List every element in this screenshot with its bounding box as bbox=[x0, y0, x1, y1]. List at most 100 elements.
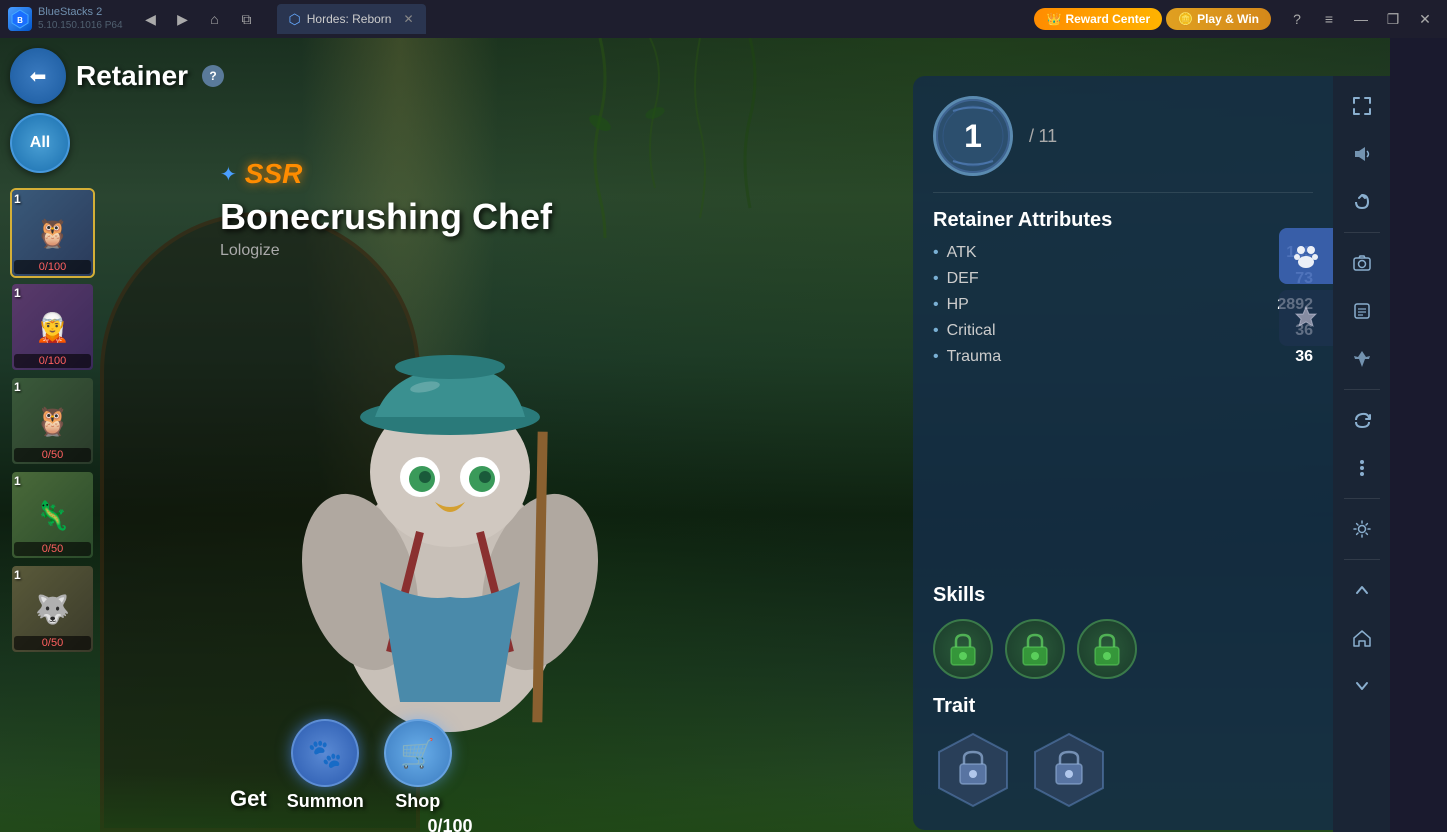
star-icon bbox=[1292, 304, 1320, 332]
get-button[interactable]: Get bbox=[230, 786, 267, 812]
back-button[interactable]: ⬅ bbox=[10, 48, 66, 104]
sidebar-divider-3 bbox=[1344, 498, 1380, 499]
trait-section: Trait bbox=[933, 695, 1313, 810]
game-area: ⬅ Retainer ? All 🦉 1 0/100 🧝 1 0/100 🦉 1… bbox=[0, 38, 1390, 832]
skills-title: Skills bbox=[933, 584, 1313, 607]
attr-row-trauma: • Trauma 36 bbox=[933, 348, 1313, 366]
level-ornament-svg bbox=[933, 96, 1013, 176]
skills-section: Skills bbox=[933, 584, 1313, 679]
svg-text:B: B bbox=[17, 16, 23, 25]
skill-lock-icon-3 bbox=[1087, 629, 1127, 669]
home-nav-button[interactable]: ⌂ bbox=[201, 5, 229, 33]
more-icon-button[interactable] bbox=[1340, 446, 1384, 490]
game-tab[interactable]: ⬡ Hordes: Reborn ✕ bbox=[277, 4, 426, 34]
trait-title: Trait bbox=[933, 695, 1313, 718]
char-progress-5: 0/50 bbox=[14, 636, 91, 650]
nav-buttons: ◀ ▶ ⌂ ⧉ bbox=[131, 5, 267, 33]
menu-button[interactable]: ≡ bbox=[1315, 5, 1343, 33]
scroll-down-icon-button[interactable] bbox=[1340, 664, 1384, 708]
settings-icon bbox=[1351, 518, 1373, 540]
play-win-button[interactable]: 🪙 Play & Win bbox=[1166, 8, 1271, 30]
char-level-2: 1 bbox=[14, 286, 21, 300]
char-list-item-4[interactable]: 🦎 1 0/50 bbox=[10, 470, 95, 560]
attributes-section: Retainer Attributes • ATK 145 • DEF 73 •… bbox=[933, 209, 1313, 568]
atk-label: ATK bbox=[947, 244, 1287, 262]
level-max: 11 bbox=[1038, 126, 1057, 146]
back-nav-button[interactable]: ◀ bbox=[137, 5, 165, 33]
reward-center-label: Reward Center bbox=[1065, 12, 1150, 26]
critical-label: Critical bbox=[947, 322, 1296, 340]
trait-slot-1[interactable] bbox=[933, 730, 1013, 810]
screenshot-icon-button[interactable] bbox=[1340, 241, 1384, 285]
close-button[interactable]: ✕ bbox=[1411, 5, 1439, 33]
stats-panel: 1 / 11 Retainer Attributes • ATK 145 • D… bbox=[913, 76, 1333, 830]
files-icon-button[interactable] bbox=[1340, 289, 1384, 333]
sidebar-divider-4 bbox=[1344, 559, 1380, 560]
hp-label: HP bbox=[947, 296, 1278, 314]
skill-slot-1[interactable] bbox=[933, 619, 993, 679]
sound-icon-button[interactable] bbox=[1340, 132, 1384, 176]
critical-bullet: • bbox=[933, 322, 939, 340]
home-sidebar-icon bbox=[1351, 627, 1373, 649]
skill-slot-2[interactable] bbox=[1005, 619, 1065, 679]
skill-lock-icon-2 bbox=[1015, 629, 1055, 669]
attr-row-hp: • HP 2892 bbox=[933, 296, 1313, 314]
summon-icon: 🐾 bbox=[291, 719, 359, 787]
char-level-1: 1 bbox=[14, 192, 21, 206]
skills-row bbox=[933, 619, 1313, 679]
attr-row-atk: • ATK 145 bbox=[933, 244, 1313, 262]
back-icon: ⬅ bbox=[30, 64, 47, 89]
help-button[interactable]: ? bbox=[1283, 5, 1311, 33]
attributes-title: Retainer Attributes bbox=[933, 209, 1313, 232]
summon-button[interactable]: 🐾 Summon bbox=[287, 719, 364, 812]
skill-slot-3[interactable] bbox=[1077, 619, 1137, 679]
def-bullet: • bbox=[933, 270, 939, 288]
tab-star-button[interactable] bbox=[1279, 290, 1333, 346]
settings-icon-button[interactable] bbox=[1340, 507, 1384, 551]
play-win-label: Play & Win bbox=[1197, 12, 1259, 26]
char-progress-4: 0/50 bbox=[14, 542, 91, 556]
char-list-item-5[interactable]: 🐺 1 0/50 bbox=[10, 564, 95, 654]
all-filter-button[interactable]: All bbox=[10, 113, 70, 173]
fullscreen-icon-button[interactable] bbox=[1340, 84, 1384, 128]
more-icon bbox=[1351, 457, 1373, 479]
sidebar-divider-1 bbox=[1344, 232, 1380, 233]
char-list-item-3[interactable]: 🦉 1 0/50 bbox=[10, 376, 95, 466]
atk-bullet: • bbox=[933, 244, 939, 262]
home-sidebar-icon-button[interactable] bbox=[1340, 616, 1384, 660]
restore-button[interactable]: ❐ bbox=[1379, 5, 1407, 33]
bluestacks-logo: B bbox=[8, 7, 32, 31]
hp-bullet: • bbox=[933, 296, 939, 314]
svg-text:0/100: 0/100 bbox=[427, 816, 472, 832]
reward-center-button[interactable]: 👑 Reward Center bbox=[1034, 8, 1162, 30]
char-progress-1: 0/100 bbox=[14, 260, 91, 274]
trait-slot-2[interactable] bbox=[1029, 730, 1109, 810]
level-separator: / 11 bbox=[1029, 126, 1057, 147]
char-level-5: 1 bbox=[14, 568, 21, 582]
minimize-button[interactable]: — bbox=[1347, 5, 1375, 33]
bottom-action-buttons: Get 🐾 Summon 🛒 Shop bbox=[230, 719, 452, 812]
rotate-icon-button[interactable] bbox=[1340, 180, 1384, 224]
char-list-item-2[interactable]: 🧝 1 0/100 bbox=[10, 282, 95, 372]
tab-close-icon[interactable]: ✕ bbox=[403, 12, 413, 26]
shop-label: Shop bbox=[395, 791, 440, 812]
all-label: All bbox=[30, 134, 50, 152]
flight-mode-icon-button[interactable] bbox=[1340, 337, 1384, 381]
char-progress-3: 0/50 bbox=[14, 448, 91, 462]
forward-nav-button[interactable]: ▶ bbox=[169, 5, 197, 33]
tab-nav-button[interactable]: ⧉ bbox=[233, 5, 261, 33]
sidebar-divider-2 bbox=[1344, 389, 1380, 390]
character-list: 🦉 1 0/100 🧝 1 0/100 🦉 1 0/50 🦎 1 0/50 🐺 … bbox=[10, 188, 95, 654]
files-icon bbox=[1351, 300, 1373, 322]
tab-icon: ⬡ bbox=[289, 11, 301, 28]
trait-hex-1-svg bbox=[933, 730, 1013, 810]
app-title-text: BlueStacks 2 5.10.150.1016 P64 bbox=[38, 6, 123, 31]
scroll-up-icon-button[interactable] bbox=[1340, 568, 1384, 612]
trauma-value: 36 bbox=[1295, 348, 1313, 366]
shop-button[interactable]: 🛒 Shop bbox=[384, 719, 452, 812]
tab-paw-button[interactable] bbox=[1279, 228, 1333, 284]
refresh-icon-button[interactable] bbox=[1340, 398, 1384, 442]
rotate-icon bbox=[1351, 191, 1373, 213]
char-list-item-1[interactable]: 🦉 1 0/100 bbox=[10, 188, 95, 278]
trauma-bullet: • bbox=[933, 348, 939, 366]
